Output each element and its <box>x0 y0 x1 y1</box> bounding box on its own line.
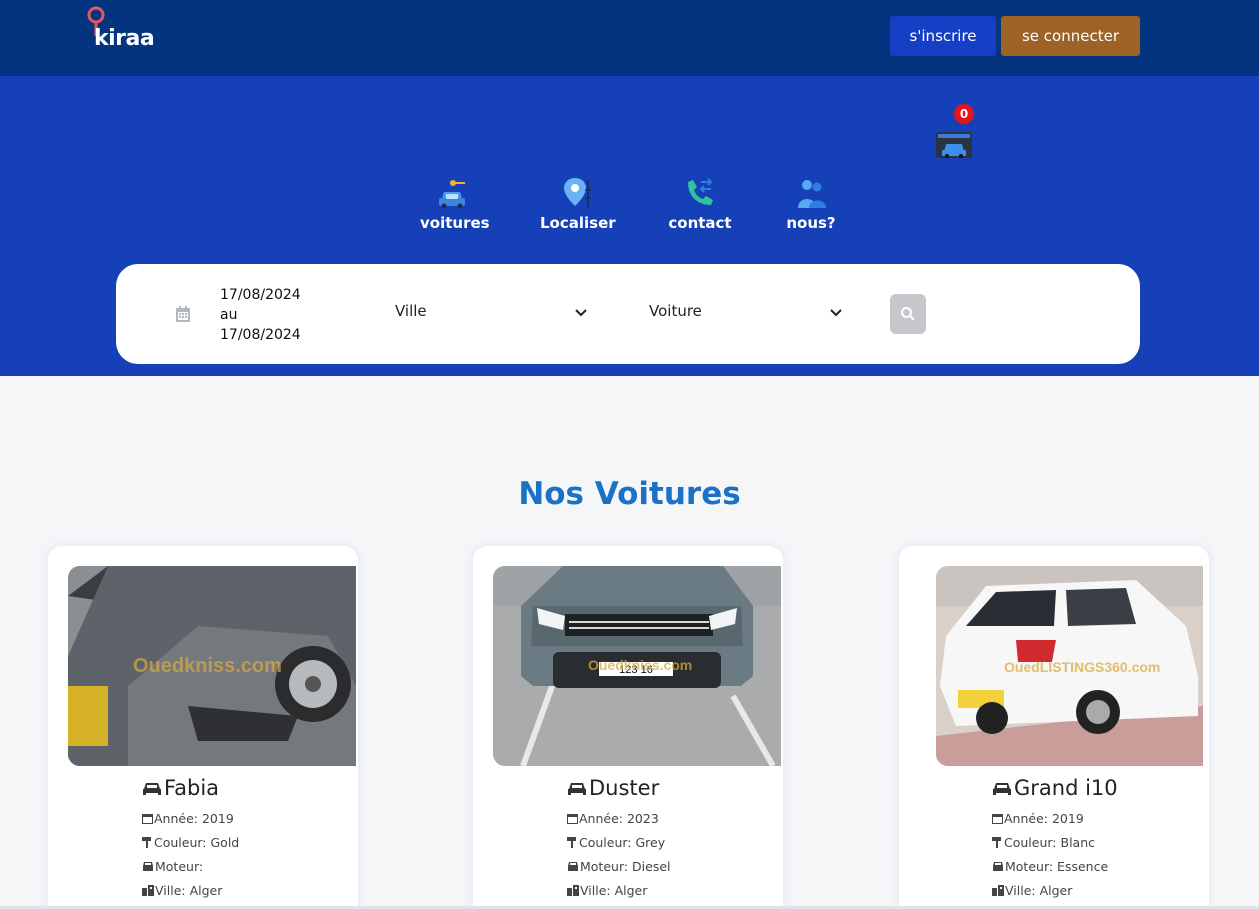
car-icon <box>568 783 586 795</box>
car-select-value: Voiture <box>649 302 702 320</box>
car-name-text: Fabia <box>164 776 220 800</box>
cart-car-icon <box>936 132 972 158</box>
car-icon <box>568 862 578 871</box>
car-year: Année: 2023 <box>567 811 659 826</box>
car-name-text: Duster <box>589 776 660 800</box>
car-city: Ville: Alger <box>567 883 647 898</box>
watermark-text: Ouedkniss.com <box>133 655 282 677</box>
calendar-icon <box>176 306 190 322</box>
nav-localiser-label: Localiser <box>540 214 616 232</box>
nav-voitures-label: voitures <box>420 214 490 232</box>
car-year: Année: 2019 <box>142 811 234 826</box>
watermark-text: OuedLISTINGS360.com <box>1004 659 1160 675</box>
cart-button[interactable]: 0 <box>936 104 976 160</box>
calendar-icon <box>992 814 1003 824</box>
date-range-input[interactable]: 17/08/2024 au 17/08/2024 <box>220 285 301 345</box>
car-key-icon <box>439 180 465 209</box>
car-image[interactable]: 123 16 Ouedkniss.com <box>493 566 781 766</box>
car-engine-text: Moteur: <box>155 859 204 874</box>
car-year-text: Année: 2019 <box>1004 811 1084 826</box>
car-city-text: Ville: Alger <box>580 883 648 898</box>
car-name: Fabia <box>142 776 219 800</box>
paint-roller-icon <box>142 837 151 848</box>
car-engine-text: Moteur: Essence <box>1005 859 1109 874</box>
kiraa-logo[interactable]: kiraa <box>86 6 166 56</box>
car-color-text: Couleur: Blanc <box>1004 835 1095 850</box>
car-select[interactable]: Voiture <box>649 302 842 326</box>
nav-nous-label: nous? <box>786 214 836 232</box>
date-end: 17/08/2024 <box>220 327 301 343</box>
city-select-value: Ville <box>395 302 427 320</box>
car-image[interactable]: OuedLISTINGS360.com <box>936 566 1203 766</box>
city-icon <box>567 885 579 896</box>
car-name-text: Grand i10 <box>1014 776 1118 800</box>
section-title: Nos Voitures <box>518 476 741 512</box>
car-color: Couleur: Gold <box>142 835 239 850</box>
car-icon <box>993 862 1003 871</box>
car-city-text: Ville: Alger <box>155 883 223 898</box>
car-card[interactable]: 123 16 Ouedkniss.com Duster Année: 2023 … <box>473 546 783 909</box>
car-color-text: Couleur: Grey <box>579 835 666 850</box>
city-icon <box>992 885 1004 896</box>
location-pin-icon <box>564 178 591 208</box>
car-icon <box>993 783 1011 795</box>
signup-button[interactable]: s'inscrire <box>890 16 996 56</box>
car-year-text: Année: 2019 <box>154 811 234 826</box>
top-navbar: kiraa s'inscrire se connecter <box>0 0 1259 76</box>
car-year-text: Année: 2023 <box>579 811 659 826</box>
people-icon <box>798 180 826 208</box>
date-start: 17/08/2024 <box>220 287 301 303</box>
calendar-icon <box>142 814 153 824</box>
cart-count-badge: 0 <box>954 104 974 124</box>
car-name: Duster <box>567 776 659 800</box>
watermark-text: Ouedkniss.com <box>588 657 692 673</box>
paint-roller-icon <box>992 837 1001 848</box>
car-color: Couleur: Blanc <box>992 835 1095 850</box>
car-engine: Moteur: Essence <box>992 859 1108 874</box>
car-image[interactable]: Ouedkniss.com <box>68 566 356 766</box>
logo-text: kiraa <box>94 26 155 51</box>
car-photo-duster: 123 16 Ouedkniss.com <box>493 566 781 766</box>
search-icon <box>901 307 915 321</box>
car-city-text: Ville: Alger <box>1005 883 1073 898</box>
car-name: Grand i10 <box>992 776 1118 800</box>
phone-call-icon <box>688 178 713 205</box>
car-photo-grand-i10: OuedLISTINGS360.com <box>936 566 1203 766</box>
login-button[interactable]: se connecter <box>1001 16 1140 56</box>
car-photo-fabia: Ouedkniss.com <box>68 566 356 766</box>
chevron-down-icon <box>575 309 587 317</box>
date-separator: au <box>220 307 238 323</box>
search-button[interactable] <box>890 294 926 334</box>
car-color-text: Couleur: Gold <box>154 835 240 850</box>
city-icon <box>142 885 154 896</box>
car-icon <box>143 862 153 871</box>
city-select[interactable]: Ville <box>395 302 587 326</box>
car-city: Ville: Alger <box>992 883 1072 898</box>
car-engine: Moteur: Diesel <box>567 859 671 874</box>
calendar-icon <box>567 814 578 824</box>
paint-roller-icon <box>567 837 576 848</box>
car-city: Ville: Alger <box>142 883 222 898</box>
nav-nous[interactable]: nous? <box>786 176 836 236</box>
car-year: Année: 2019 <box>992 811 1084 826</box>
nav-contact-label: contact <box>668 214 732 232</box>
car-card[interactable]: Ouedkniss.com Fabia Année: 2019 Couleur:… <box>48 546 358 909</box>
nav-voitures[interactable]: voitures <box>420 176 490 236</box>
car-engine-text: Moteur: Diesel <box>580 859 671 874</box>
car-icon <box>143 783 161 795</box>
nav-contact[interactable]: contact <box>668 176 732 236</box>
search-bar: 17/08/2024 au 17/08/2024 Ville Voiture <box>116 264 1140 364</box>
car-card[interactable]: OuedLISTINGS360.com Grand i10 Année: 201… <box>899 546 1209 909</box>
car-engine: Moteur: <box>142 859 203 874</box>
nav-localiser[interactable]: Localiser <box>540 176 616 236</box>
chevron-down-icon <box>830 309 842 317</box>
car-color: Couleur: Grey <box>567 835 665 850</box>
